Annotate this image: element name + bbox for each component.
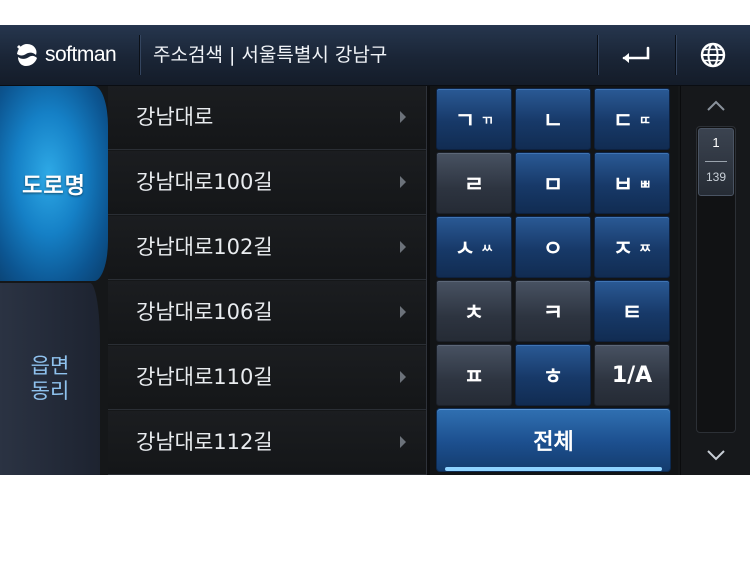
keypad-key[interactable]: ㅊ: [436, 280, 512, 342]
keypad-key-sublabel: ㅆ: [481, 241, 494, 257]
list-item-label: 강남대로106길: [136, 300, 273, 324]
globe-icon: [700, 42, 726, 68]
scroll-up-button[interactable]: [681, 86, 750, 126]
current-page: 1: [712, 135, 720, 150]
keypad-key[interactable]: ㅁ: [515, 152, 591, 214]
list-item[interactable]: 강남대로106길: [108, 281, 426, 345]
header-divider: [139, 35, 140, 75]
chevron-right-icon: [400, 111, 406, 123]
softman-logo-icon: [17, 44, 37, 66]
all-button[interactable]: 전체: [436, 408, 671, 472]
keypad-key-label: ㅊ: [463, 301, 485, 326]
tab-road-name[interactable]: 도로명: [0, 86, 108, 281]
list-item[interactable]: 강남대로110길: [108, 346, 426, 410]
keypad-key-label: ㅋ: [542, 301, 564, 326]
chevron-right-icon: [400, 176, 406, 188]
keypad-key-sublabel: ㅉ: [639, 241, 652, 257]
keypad-key-label: ㅈ: [612, 237, 634, 262]
keypad-key-label: ㅅ: [454, 237, 476, 262]
keypad-key-label: ㄹ: [463, 173, 485, 198]
tab-town-village[interactable]: 읍면 동리: [0, 283, 100, 475]
language-button[interactable]: [676, 25, 750, 85]
keypad-key-label: ㄴ: [542, 109, 564, 134]
chevron-right-icon: [400, 436, 406, 448]
keypad-key[interactable]: ㅌ: [594, 280, 670, 342]
keypad-key[interactable]: ㅅㅆ: [436, 216, 512, 278]
keypad-key-label: ㅌ: [621, 301, 643, 326]
header-bar: softman 주소검색 | 서울특별시 강남구: [0, 25, 750, 86]
scroll-track[interactable]: 1 139: [696, 126, 736, 433]
list-item-label: 강남대로102길: [136, 235, 273, 259]
keypad-key[interactable]: ㅈㅉ: [594, 216, 670, 278]
page-divider: [705, 161, 727, 162]
keypad-key-label: ㅍ: [463, 365, 485, 390]
keypad-key[interactable]: ㄱㄲ: [436, 88, 512, 150]
street-list: 강남대로 강남대로100길 강남대로102길 강남대로106길 강남대로110길…: [108, 86, 426, 475]
chevron-right-icon: [400, 371, 406, 383]
keypad-key-label: 1/A: [611, 362, 653, 388]
keypad-key[interactable]: ㄹ: [436, 152, 512, 214]
keypad-key[interactable]: 1/A: [594, 344, 670, 406]
keypad-key-sublabel: ㄸ: [639, 113, 652, 129]
all-button-label: 전체: [533, 430, 574, 455]
back-button[interactable]: [598, 25, 674, 85]
chevron-down-icon: [707, 450, 725, 461]
tab-town-village-label: 읍면 동리: [30, 354, 70, 403]
list-scrollbar: 1 139: [680, 86, 750, 475]
keypad-key[interactable]: ㅇ: [515, 216, 591, 278]
keypad-key[interactable]: ㄷㄸ: [594, 88, 670, 150]
nav-screen: softman 주소검색 | 서울특별시 강남구 도로명 읍면 동리 강남대로 …: [0, 25, 750, 475]
chevron-right-icon: [400, 241, 406, 253]
keypad-key[interactable]: ㅍ: [436, 344, 512, 406]
keypad-key-sublabel: ㅃ: [639, 177, 652, 193]
keypad-key-sublabel: ㄲ: [481, 113, 494, 129]
keypad-key[interactable]: ㅎ: [515, 344, 591, 406]
chevron-right-icon: [400, 306, 406, 318]
list-item[interactable]: 강남대로: [108, 86, 426, 150]
list-item-label: 강남대로112길: [136, 430, 273, 454]
keypad-key[interactable]: ㄴ: [515, 88, 591, 150]
scroll-down-button[interactable]: [681, 435, 750, 475]
list-item[interactable]: 강남대로112길: [108, 411, 426, 475]
logo-text: softman: [45, 43, 117, 66]
keypad-key-label: ㅎ: [542, 365, 564, 390]
consonant-keypad: ㄱㄲ ㄴ ㄷㄸㄹ ㅁ ㅂㅃㅅㅆ ㅇ ㅈㅉㅊ ㅋ ㅌㅍ ㅎ 1/A 전체: [430, 86, 678, 475]
list-item[interactable]: 강남대로100길: [108, 151, 426, 215]
chevron-up-icon: [707, 100, 725, 111]
keypad-key-label: ㄱ: [454, 109, 476, 134]
page-title: 주소검색 | 서울특별시 강남구: [153, 44, 388, 66]
scroll-thumb[interactable]: 1 139: [698, 128, 734, 196]
softman-logo: softman: [14, 39, 117, 71]
keypad-key-label: ㄷ: [612, 109, 634, 134]
total-pages: 139: [705, 170, 727, 184]
keypad-key[interactable]: ㅂㅃ: [594, 152, 670, 214]
keypad-key-label: ㅇ: [542, 237, 564, 262]
list-item-label: 강남대로110길: [136, 365, 273, 389]
back-arrow-icon: [622, 46, 650, 63]
keypad-key-label: ㅂ: [612, 173, 634, 198]
keypad-key[interactable]: ㅋ: [515, 280, 591, 342]
list-item[interactable]: 강남대로102길: [108, 216, 426, 280]
list-item-label: 강남대로100길: [136, 170, 273, 194]
keypad-key-label: ㅁ: [542, 173, 564, 198]
list-item-label: 강남대로: [136, 105, 214, 129]
tab-road-name-label: 도로명: [22, 173, 86, 199]
